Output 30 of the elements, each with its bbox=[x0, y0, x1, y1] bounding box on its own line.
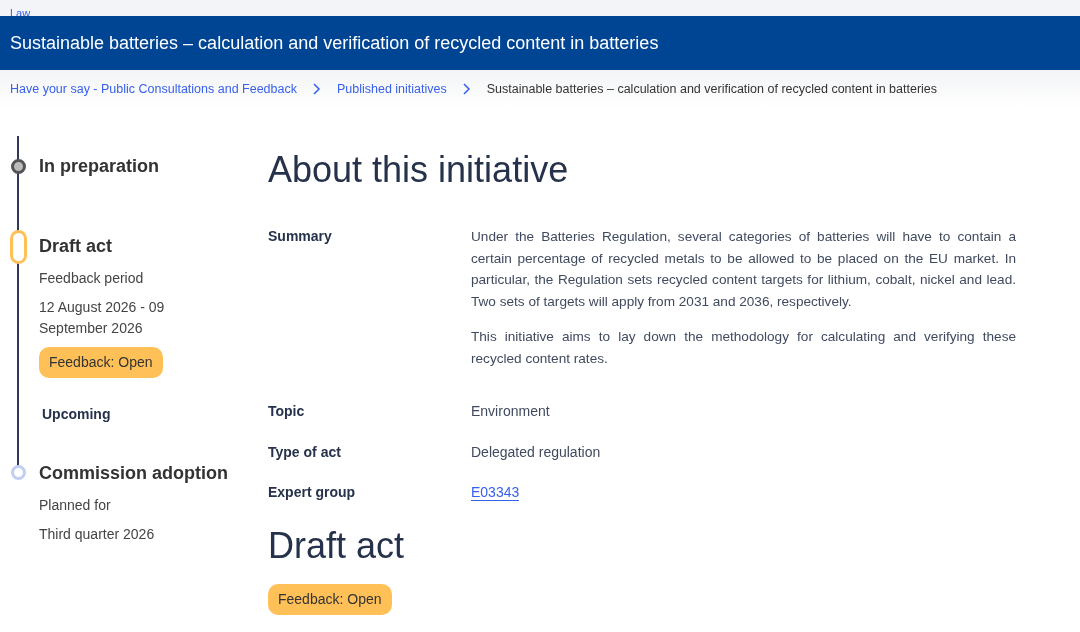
chevron-right-icon bbox=[312, 83, 321, 95]
status-badge: Feedback: Open bbox=[268, 583, 392, 615]
field-label: Summary bbox=[268, 227, 333, 246]
chevron-right-icon bbox=[462, 83, 471, 95]
upcoming-step-icon bbox=[11, 465, 26, 480]
step-title: Commission adoption bbox=[39, 462, 229, 485]
field-label: Type of act bbox=[268, 442, 342, 462]
expert-group-link[interactable]: E03343 bbox=[471, 484, 520, 501]
breadcrumb-current: Sustainable batteries – calculation and verification of recycled content in batteries bbox=[486, 80, 938, 98]
step-detail: Planned for bbox=[39, 496, 112, 515]
section-heading: Draft act bbox=[268, 523, 406, 568]
step-detail: Feedback period bbox=[39, 269, 145, 288]
summary-paragraph: Under the Batteries Regulation, several categories of batteries will have to contain a certain percentage of recycled metals to be allowed to be placed on the EU market. In particular, the Regulation sets recycled content targets for lithium, cobalt, nickel and lead. Two sets of targets will apply from 2031 and 2036, respectively. bbox=[471, 228, 1016, 311]
completed-step-icon bbox=[11, 159, 26, 174]
field-label: Topic bbox=[268, 402, 306, 421]
breadcrumb-link[interactable]: Published initiatives bbox=[336, 79, 447, 99]
page-title: Sustainable batteries – calculation and verification of recycled content in batteries bbox=[10, 31, 659, 55]
step-detail: 12 August 2026 - 09 September 2026 bbox=[39, 298, 166, 338]
current-step-icon bbox=[10, 230, 27, 264]
breadcrumb-link[interactable]: Have your say - Public Consultations and Feedback bbox=[10, 79, 297, 99]
summary-paragraph: This initiative aims to lay down the methodology for calculating and verifying these recycled content rates. bbox=[471, 328, 1016, 368]
section-heading: About this initiative bbox=[268, 148, 570, 192]
field-value: Environment bbox=[471, 403, 550, 419]
step-title: In preparation bbox=[39, 155, 160, 178]
field-value: Delegated regulation bbox=[471, 443, 601, 460]
field-label: Expert group bbox=[268, 483, 357, 502]
group-heading: Upcoming bbox=[42, 405, 112, 424]
status-badge: Feedback: Open bbox=[39, 347, 163, 378]
step-title: Draft act bbox=[39, 235, 114, 258]
step-detail: Third quarter 2026 bbox=[39, 525, 156, 544]
